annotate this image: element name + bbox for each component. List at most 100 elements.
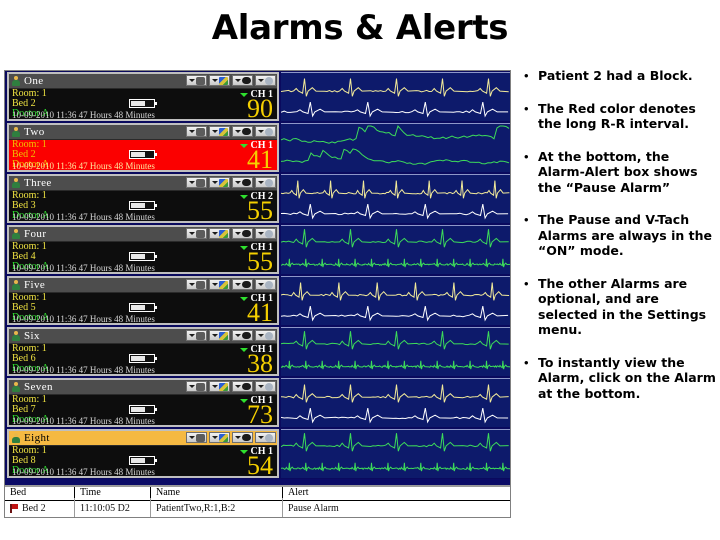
color-palette-button[interactable] [209, 228, 230, 239]
options-button[interactable] [255, 126, 276, 137]
color-palette-button[interactable] [209, 75, 230, 86]
options-button[interactable] [255, 279, 276, 290]
patient-card-body: Room: 1 Bed 8 Doctor A 10-09-2010 11:36 47 … [9, 446, 277, 477]
heart-rate-block: CH 1 55 [201, 242, 275, 272]
battery-icon [129, 303, 157, 312]
color-palette-button[interactable] [209, 432, 230, 443]
view-eye-button[interactable] [232, 75, 253, 86]
patient-card-titlebar[interactable]: Seven [9, 380, 277, 395]
dropdown-settings-button[interactable] [186, 228, 207, 239]
view-eye-button[interactable] [232, 432, 253, 443]
dropdown-settings-button[interactable] [186, 381, 207, 392]
patient-timestamp-label: 10-09-2010 11:36 47 Hours 48 Minutes [12, 110, 155, 120]
patient-card-eight[interactable]: Eight Room: 1 Bed 8 Doctor A 10-09-2010 11:3… [7, 429, 279, 478]
patient-name-label: Five [24, 279, 46, 291]
view-eye-button[interactable] [232, 126, 253, 137]
chevron-down-icon [211, 181, 218, 184]
ecg-waveform-panel[interactable] [281, 276, 510, 325]
color-palette-button[interactable] [209, 126, 230, 137]
patient-card-titlebar[interactable]: One [9, 74, 277, 89]
chevron-down-icon [258, 232, 264, 235]
color-palette-button[interactable] [209, 279, 230, 290]
chevron-down-icon [211, 232, 218, 235]
ecg-waveform-panel[interactable] [281, 174, 510, 223]
channel-selector[interactable]: CH 1 [201, 140, 275, 151]
person-body [12, 182, 20, 188]
heart-rate-value: 41 [247, 145, 273, 171]
dropdown-settings-button[interactable] [186, 330, 207, 341]
patient-name-label: Seven [24, 381, 53, 393]
view-eye-button[interactable] [232, 228, 253, 239]
view-eye-button[interactable] [232, 177, 253, 188]
dropdown-settings-button[interactable] [186, 126, 207, 137]
ecg-waveform-panel[interactable] [281, 72, 510, 121]
patient-card-titlebar[interactable]: Two [9, 125, 277, 140]
color-palette-button[interactable] [209, 381, 230, 392]
options-button[interactable] [255, 381, 276, 392]
patient-timestamp-label: 10-09-2010 11:36 47 Hours 48 Minutes [12, 467, 155, 477]
ecg-waveform-panel[interactable] [281, 378, 510, 427]
options-button[interactable] [255, 177, 276, 188]
channel-selector[interactable]: CH 1 [201, 89, 275, 100]
heart-rate-block: CH 1 41 [201, 140, 275, 171]
view-eye-icon [241, 281, 251, 288]
options-button[interactable] [255, 228, 276, 239]
patient-person-icon [10, 228, 22, 240]
alert-cell-alert: Pause Alarm [288, 502, 339, 514]
channel-label: CH 1 [250, 242, 274, 253]
view-eye-button[interactable] [232, 279, 253, 290]
patient-person-icon [10, 75, 22, 87]
dropdown-settings-button[interactable] [186, 75, 207, 86]
patient-person-icon [10, 279, 22, 291]
ecg-waveform-panel[interactable] [281, 327, 510, 376]
bullet-list: • Patient 2 had a Block. • The Red color de… [524, 68, 720, 418]
patient-card-titlebar[interactable]: Five [9, 278, 277, 293]
table-row[interactable]: Bed 2 11:10:05 D2 PatientTwo,R:1,B:2 Pause … [5, 498, 510, 517]
heart-rate-value: 54 [247, 451, 273, 477]
channel-selector[interactable]: CH 1 [201, 242, 275, 253]
color-palette-icon [218, 127, 228, 136]
view-eye-button[interactable] [232, 330, 253, 341]
heart-rate-value: 90 [247, 94, 273, 120]
ecg-waveform-panel[interactable] [281, 123, 510, 172]
patient-card-toolbar [186, 279, 276, 290]
chevron-down-icon [188, 181, 195, 184]
chevron-down-icon [258, 283, 264, 286]
patient-card-seven[interactable]: Seven Room: 1 Bed 7 Doctor A 10-09-2010 11:3… [7, 378, 279, 427]
dropdown-settings-button[interactable] [186, 432, 207, 443]
chevron-down-icon [211, 283, 218, 286]
channel-selector[interactable]: CH 2 [201, 191, 275, 202]
patient-row: Four Room: 1 Bed 4 Doctor A 10-09-2010 11:36… [5, 224, 510, 275]
color-palette-button[interactable] [209, 177, 230, 188]
chevron-down-icon [188, 385, 195, 388]
battery-fill [131, 356, 145, 361]
channel-selector[interactable]: CH 1 [201, 344, 275, 355]
dropdown-settings-icon [195, 127, 205, 136]
chevron-down-icon [234, 130, 241, 133]
color-palette-button[interactable] [209, 330, 230, 341]
channel-label: CH 1 [250, 89, 274, 100]
options-button[interactable] [255, 432, 276, 443]
options-button[interactable] [255, 75, 276, 86]
patient-card-titlebar[interactable]: Eight [9, 431, 277, 446]
patient-card-titlebar[interactable]: Three [9, 176, 277, 191]
patient-card-titlebar[interactable]: Six [9, 329, 277, 344]
ecg-waveform-panel[interactable] [281, 429, 510, 478]
options-button[interactable] [255, 330, 276, 341]
patient-card-five[interactable]: Five Room: 1 Bed 5 Doctor A 10-09-2010 11:36… [7, 276, 279, 325]
patient-card-one[interactable]: One Room: 1 Bed 2 Doctor A 10-09-2010 11:36 … [7, 72, 279, 121]
chevron-down-icon [234, 181, 241, 184]
channel-selector[interactable]: CH 1 [201, 293, 275, 304]
patient-card-six[interactable]: Six Room: 1 Bed 6 Doctor A 10-09-2010 11:36 … [7, 327, 279, 376]
channel-selector[interactable]: CH 1 [201, 446, 275, 457]
patient-card-titlebar[interactable]: Four [9, 227, 277, 242]
patient-card-four[interactable]: Four Room: 1 Bed 4 Doctor A 10-09-2010 11:36… [7, 225, 279, 274]
dropdown-settings-button[interactable] [186, 279, 207, 290]
view-eye-button[interactable] [232, 381, 253, 392]
patient-person-icon [10, 330, 22, 342]
patient-card-two[interactable]: Two Room: 1 Bed 2 Doctor A 10-09-2010 11:36 … [7, 123, 279, 172]
patient-card-three[interactable]: Three Room: 1 Bed 3 Doctor A 10-09-2010 11:3… [7, 174, 279, 223]
ecg-waveform-panel[interactable] [281, 225, 510, 274]
channel-selector[interactable]: CH 1 [201, 395, 275, 406]
dropdown-settings-button[interactable] [186, 177, 207, 188]
